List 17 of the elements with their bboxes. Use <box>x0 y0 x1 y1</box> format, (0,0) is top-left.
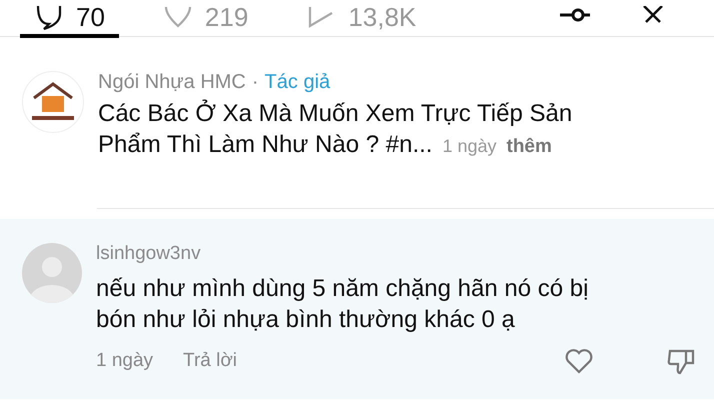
dislike-icon[interactable] <box>666 347 696 375</box>
more-link[interactable]: thêm <box>506 136 552 157</box>
tab[interactable]: 219 <box>148 0 262 38</box>
comment-time: 1 ngày <box>96 350 154 372</box>
post-time: 1 ngày <box>442 136 496 156</box>
comment-text: nếu như mình dùng 5 năm chặng hãn nó có bị bón như lỏi nhựa bình thường khác 0 ạ <box>96 274 590 335</box>
reply-button[interactable]: Trả lời <box>183 350 238 372</box>
author-name[interactable]: Ngói Nhựa HMC <box>98 71 246 94</box>
author-label: Tác giả <box>264 71 330 94</box>
post-caption: Các Bác Ở Xa Mà Muốn Xem Trực Tiếp Sản Phẩm Thì Làm Như Nào ? #n... 1 ngày thêm <box>98 98 574 160</box>
comment-icon <box>34 4 64 30</box>
tab[interactable]: 13,8K <box>292 0 430 38</box>
close-icon[interactable] <box>642 6 664 24</box>
heart-icon[interactable] <box>564 348 594 374</box>
tab[interactable]: 70 <box>20 0 119 38</box>
separator: · <box>252 71 259 94</box>
username[interactable]: lsinhgow3nv <box>96 243 696 265</box>
